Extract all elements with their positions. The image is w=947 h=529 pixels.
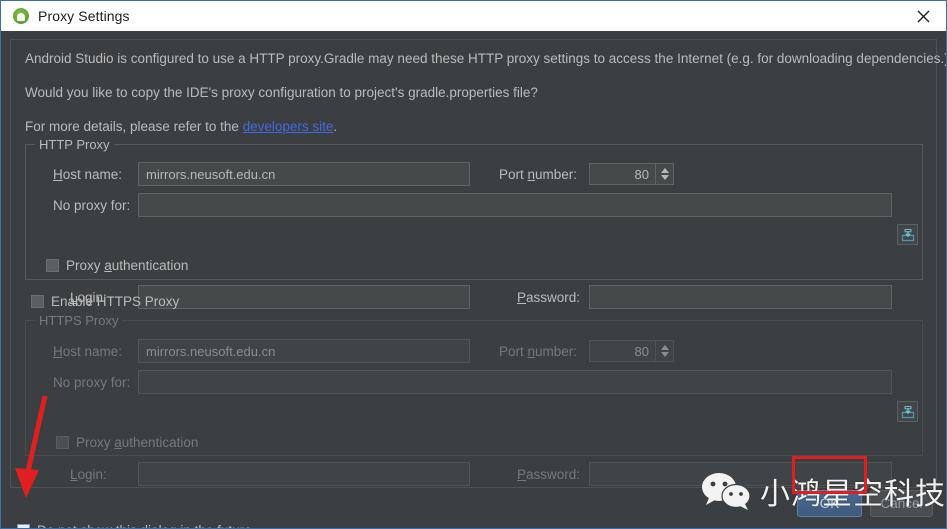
https-port-label-post: umber: [535, 344, 578, 359]
https-port-mnemonic: n [527, 344, 536, 359]
http-port-number-value: 80 [634, 166, 649, 182]
http-port-stepper-buttons[interactable] [655, 164, 673, 184]
enable-https-proxy-label: Enable HTTPS Proxy [51, 294, 180, 309]
https-no-proxy-input[interactable] [138, 370, 892, 394]
http-host-label-rest: ost name: [62, 167, 123, 182]
https-auth-mnemonic: a [114, 435, 122, 450]
https-login-label: Login: [70, 467, 107, 482]
chevron-down-icon[interactable] [660, 175, 669, 180]
https-host-mnemonic: H [53, 344, 63, 359]
intro-line-2: Would you like to copy the IDE's proxy c… [25, 85, 538, 100]
ok-button[interactable]: OK [797, 490, 862, 517]
https-proxy-authentication-checkbox[interactable]: Proxy authentication [56, 435, 198, 450]
cancel-button[interactable]: Cancel [870, 490, 933, 517]
https-port-number-value: 80 [634, 343, 649, 359]
close-icon[interactable] [900, 1, 946, 31]
https-host-name-value: mirrors.neusoft.edu.cn [146, 343, 276, 359]
https-port-number-stepper[interactable]: 80 [589, 340, 674, 362]
http-proxy-group-title: HTTP Proxy [35, 137, 114, 152]
http-proxy-authentication-checkbox[interactable]: Proxy authentication [46, 258, 188, 273]
http-password-input[interactable] [589, 285, 892, 309]
https-login-mnemonic: L [70, 467, 78, 482]
https-host-name-input[interactable]: mirrors.neusoft.edu.cn [138, 339, 470, 363]
https-password-input[interactable] [589, 462, 892, 486]
http-port-label-pre: Port [499, 167, 528, 182]
http-auth-mnemonic: a [104, 258, 112, 273]
checkbox-box[interactable] [17, 524, 30, 528]
https-proxy-group-title: HTTPS Proxy [35, 313, 123, 328]
title-bar: Proxy Settings [1, 1, 946, 31]
chevron-up-icon[interactable] [660, 168, 669, 173]
http-port-number-stepper[interactable]: 80 [589, 163, 674, 185]
https-proxy-authentication-label: Proxy authentication [76, 435, 198, 450]
http-port-number-label: Port number: [499, 167, 577, 182]
window-title: Proxy Settings [38, 8, 130, 24]
do-not-show-dialog-label: Do not show this dialog in the future [37, 523, 252, 528]
chevron-up-icon[interactable] [660, 345, 669, 350]
dialog-body: Android Studio is configured to use a HT… [1, 31, 946, 528]
https-no-proxy-import-arrow-icon[interactable] [897, 401, 918, 422]
http-proxy-authentication-label: Proxy authentication [66, 258, 188, 273]
http-auth-label-pre: Proxy [66, 258, 105, 273]
http-auth-label-post: uthentication [111, 258, 189, 273]
https-password-label-rest: assword: [526, 467, 581, 482]
http-host-name-input[interactable]: mirrors.neusoft.edu.cn [138, 162, 470, 186]
http-password-label-rest: assword: [526, 290, 581, 305]
https-password-mnemonic: P [517, 467, 527, 482]
http-host-mnemonic: H [53, 167, 63, 182]
https-auth-label-pre: Proxy [76, 435, 115, 450]
https-port-label-pre: Port [499, 344, 528, 359]
https-host-label-rest: ost name: [62, 344, 123, 359]
https-login-label-rest: ogin: [77, 467, 107, 482]
https-port-number-label: Port number: [499, 344, 577, 359]
http-no-proxy-label: No proxy for: [53, 198, 131, 213]
intro-line-1: Android Studio is configured to use a HT… [25, 51, 947, 66]
chevron-down-icon[interactable] [660, 352, 669, 357]
https-auth-label-post: uthentication [121, 435, 199, 450]
http-port-label-post: umber: [535, 167, 578, 182]
enable-https-proxy-checkbox[interactable]: Enable HTTPS Proxy [31, 294, 179, 309]
https-password-label: Password: [517, 467, 580, 482]
https-host-name-label: Host name: [53, 344, 122, 359]
do-not-show-dialog-checkbox[interactable]: Do not show this dialog in the future [17, 523, 252, 528]
https-login-input[interactable] [138, 462, 470, 486]
http-login-input[interactable] [138, 285, 470, 309]
android-studio-icon [13, 8, 29, 24]
checkbox-box[interactable] [56, 436, 69, 449]
http-password-label: Password: [517, 290, 580, 305]
http-password-mnemonic: P [517, 290, 527, 305]
http-host-name-label: Host name: [53, 167, 122, 182]
proxy-settings-dialog: Proxy Settings Android Studio is configu… [0, 0, 947, 529]
developers-site-link[interactable]: developers site [243, 119, 334, 134]
http-no-proxy-input[interactable] [138, 193, 892, 217]
http-no-proxy-import-arrow-icon[interactable] [897, 224, 918, 245]
intro-line-3-prefix: For more details, please refer to the [25, 119, 243, 134]
http-host-name-value: mirrors.neusoft.edu.cn [146, 166, 276, 182]
http-port-mnemonic: n [527, 167, 536, 182]
intro-line-3: For more details, please refer to the de… [25, 119, 337, 134]
intro-line-3-suffix: . [333, 119, 338, 134]
https-no-proxy-label: No proxy for: [53, 375, 131, 390]
checkbox-box[interactable] [31, 295, 44, 308]
checkbox-box[interactable] [46, 259, 59, 272]
https-port-stepper-buttons[interactable] [655, 341, 673, 361]
